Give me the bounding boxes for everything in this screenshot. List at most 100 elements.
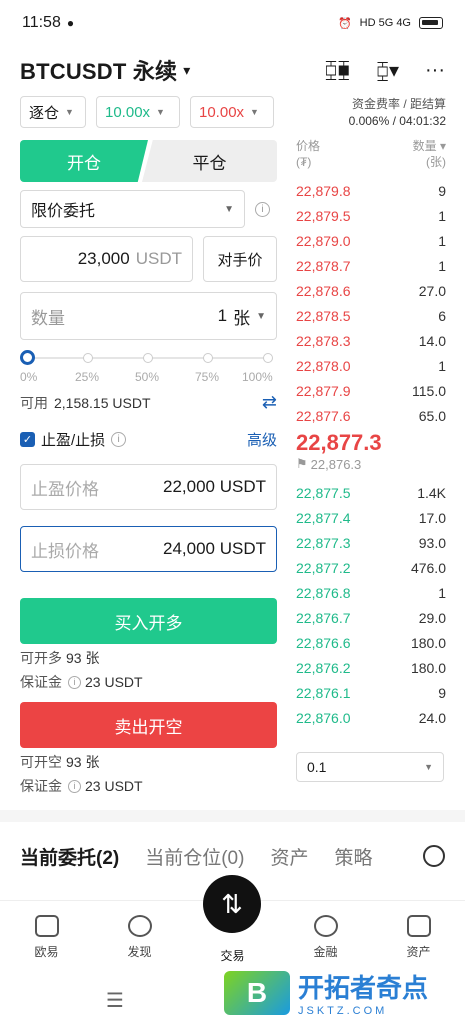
bid-quantity: 29.0	[418, 609, 446, 626]
ask-row[interactable]: 22,877.9 115.0	[296, 378, 446, 403]
pair-header: BTCUSDT 永续 ▾ ⧮⧯ ⧮▾ ···	[20, 52, 445, 88]
quantity-slider[interactable]: 0% 25% 50% 75% 100%	[20, 348, 277, 384]
ask-price: 22,879.5	[296, 207, 351, 224]
chevron-down-icon[interactable]: ▾	[183, 62, 190, 79]
nav-discover[interactable]: 发现	[105, 915, 175, 970]
depth-select[interactable]: 0.1 ▼	[296, 752, 444, 782]
leverage-long-select[interactable]: 10.00x ▼	[96, 96, 180, 128]
advanced-link[interactable]: 高级	[247, 429, 277, 450]
candlestick-chart-icon[interactable]: ⧮⧯	[325, 59, 351, 82]
trade-swap-icon[interactable]: ⇅	[203, 875, 261, 933]
tab-strategy[interactable]: 策略	[334, 843, 374, 870]
bid-row[interactable]: 22,876.7 29.0	[296, 605, 446, 630]
ask-row[interactable]: 22,877.6 65.0	[296, 403, 446, 428]
bid-row[interactable]: 22,876.6 180.0	[296, 630, 446, 655]
leverage-long-label: 10.00x	[105, 103, 151, 121]
more-menu-icon[interactable]: ···	[425, 59, 445, 82]
ask-row[interactable]: 22,879.5 1	[296, 203, 446, 228]
leverage-short-select[interactable]: 10.00x ▼	[190, 96, 274, 128]
slider-stop-100[interactable]	[263, 353, 273, 363]
ask-row[interactable]: 22,879.8 9	[296, 178, 446, 203]
history-icon[interactable]	[423, 845, 445, 867]
network-indicators: HD 5G 4G	[359, 17, 411, 29]
price-input[interactable]: 23,000 USDT	[20, 236, 193, 282]
nav-trade-label: 交易	[220, 949, 245, 963]
tab-open-position[interactable]: 开仓	[20, 140, 148, 182]
section-divider	[0, 810, 465, 822]
nav-finance[interactable]: 金融	[291, 915, 361, 970]
caret-down-icon[interactable]: ▼	[256, 311, 266, 322]
bid-row[interactable]: 22,876.1 9	[296, 680, 446, 705]
bid-row[interactable]: 22,877.5 1.4K	[296, 480, 446, 505]
order-book: 资金费率 / 距结算 0.006% / 04:01:32 价格 (₮) 数量 ▾…	[296, 96, 446, 782]
quantity-header[interactable]: 数量 ▾ (张)	[413, 138, 446, 170]
ask-row[interactable]: 22,879.0 1	[296, 228, 446, 253]
bid-price: 22,877.3	[296, 534, 351, 551]
slider-label: 100%	[242, 370, 273, 384]
ask-quantity: 1	[438, 257, 446, 274]
stop-loss-input[interactable]: 止损价格 24,000 USDT	[20, 526, 277, 572]
bid-row[interactable]: 22,876.0 24.0	[296, 705, 446, 730]
tab-positions[interactable]: 当前仓位(0)	[145, 843, 244, 870]
tpsl-row: ✓ 止盈/止损 i 高级	[20, 429, 277, 450]
bid-quantity: 93.0	[418, 534, 446, 551]
mark-price-value: 22,876.3	[310, 456, 362, 472]
bid-quantity: 9	[438, 684, 446, 701]
nav-home[interactable]: 欧易	[12, 915, 82, 970]
pair-selector[interactable]: BTCUSDT 永续	[20, 54, 177, 86]
menu-icon[interactable]: ☰	[106, 988, 124, 1013]
info-icon[interactable]: i	[111, 432, 127, 447]
status-bar: 11:58 ● ⏰ HD 5G 4G	[0, 0, 465, 46]
slider-stop-50[interactable]	[143, 353, 153, 363]
tab-close-position[interactable]: 平仓	[142, 140, 277, 182]
bid-row[interactable]: 22,877.2 476.0	[296, 555, 446, 580]
ask-row[interactable]: 22,878.5 6	[296, 303, 446, 328]
bid-quantity: 1	[438, 584, 446, 601]
sell-short-button[interactable]: 卖出开空	[20, 702, 277, 748]
info-icon[interactable]: i	[68, 675, 81, 689]
slider-label: 50%	[135, 370, 160, 384]
indicator-menu-icon[interactable]: ⧮▾	[376, 58, 399, 83]
ask-row[interactable]: 22,878.7 1	[296, 253, 446, 278]
buy-long-button[interactable]: 买入开多	[20, 598, 277, 644]
tpsl-checkbox[interactable]: ✓	[20, 432, 35, 447]
bid-row[interactable]: 22,876.8 1	[296, 580, 446, 605]
bid-row[interactable]: 22,877.3 93.0	[296, 530, 446, 555]
buy-capacity: 可开多 93 张	[20, 648, 277, 668]
stop-loss-value: 24,000 USDT	[163, 539, 266, 558]
stop-loss-placeholder: 止损价格	[31, 541, 99, 561]
quantity-input[interactable]: 数量 1 张 ▼	[20, 292, 277, 340]
slider-handle[interactable]	[20, 350, 35, 365]
ask-row[interactable]: 22,878.3 14.0	[296, 328, 446, 353]
mark-price: ⚑ 22,876.3	[296, 456, 446, 472]
slider-stop-75[interactable]	[203, 353, 213, 363]
tab-open-orders[interactable]: 当前委托(2)	[20, 843, 119, 870]
counterparty-price-button[interactable]: 对手价	[203, 236, 277, 282]
ask-row[interactable]: 22,878.0 1	[296, 353, 446, 378]
funding-info: 资金费率 / 距结算 0.006% / 04:01:32	[296, 96, 446, 130]
take-profit-value: 22,000 USDT	[163, 477, 266, 496]
info-icon[interactable]: i	[68, 779, 81, 793]
tab-assets[interactable]: 资产	[270, 843, 308, 870]
order-type-label: 限价委托	[31, 203, 96, 220]
transfer-icon[interactable]: ⇄	[262, 392, 277, 413]
margin-mode-select[interactable]: 逐仓 ▼	[20, 96, 86, 128]
order-type-select[interactable]: 限价委托 ▼	[20, 190, 245, 228]
slider-stop-25[interactable]	[83, 353, 93, 363]
bid-price: 22,876.7	[296, 609, 351, 626]
price-value: 23,000	[77, 249, 130, 268]
leverage-short-label: 10.00x	[199, 103, 245, 121]
slider-label: 0%	[20, 370, 38, 384]
ask-row[interactable]: 22,878.6 27.0	[296, 278, 446, 303]
caret-down-icon: ▼	[424, 762, 433, 772]
take-profit-input[interactable]: 止盈价格 22,000 USDT	[20, 464, 277, 510]
nav-assets[interactable]: 资产	[384, 915, 454, 970]
quantity-placeholder: 数量	[31, 308, 65, 328]
info-icon[interactable]: i	[255, 201, 270, 217]
take-profit-placeholder: 止盈价格	[31, 479, 99, 499]
ask-price: 22,878.6	[296, 282, 351, 299]
bid-row[interactable]: 22,877.4 17.0	[296, 505, 446, 530]
bid-row[interactable]: 22,876.2 180.0	[296, 655, 446, 680]
bid-price: 22,876.2	[296, 659, 351, 676]
nav-assets-label: 资产	[406, 945, 431, 959]
